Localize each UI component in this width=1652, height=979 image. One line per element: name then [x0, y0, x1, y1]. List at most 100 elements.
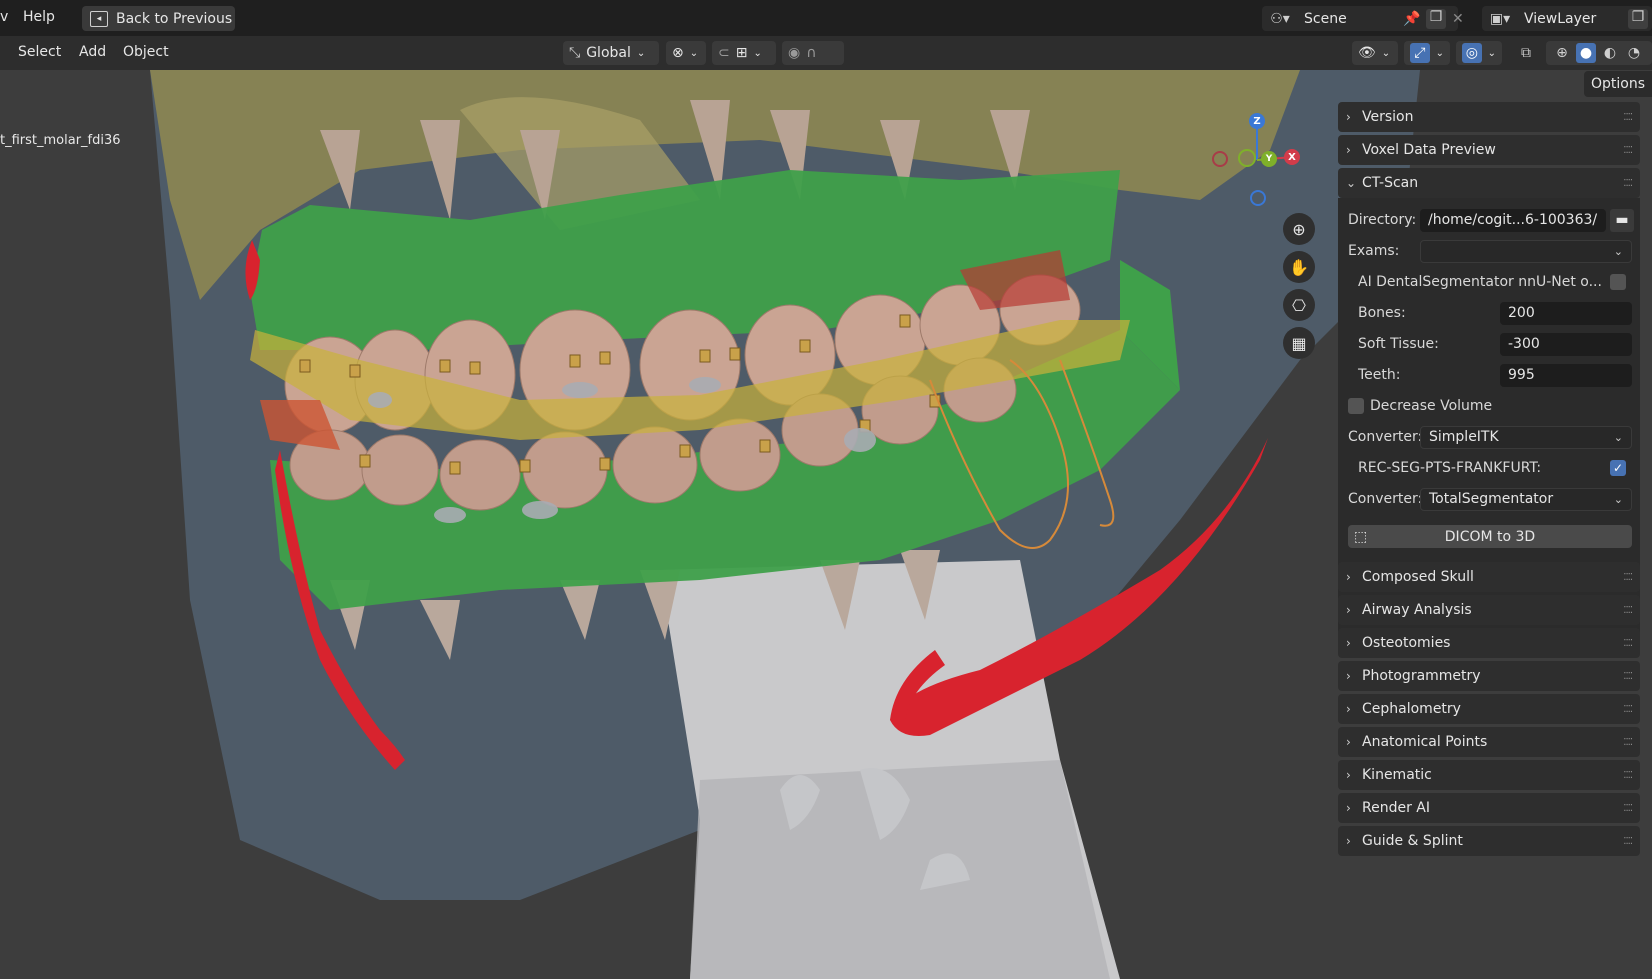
proportional-editing-controls[interactable]: ◉ ∩ — [782, 41, 844, 65]
close-scene-icon[interactable]: ✕ — [1452, 11, 1464, 27]
section-kinematic[interactable]: › Kinematic ⁚⁚⁚⁚ — [1338, 760, 1640, 790]
snap-controls[interactable]: ⊂ ⊞ ⌄ — [712, 41, 776, 65]
directory-field[interactable]: /home/cogit...6-100363/ — [1420, 208, 1606, 232]
drag-grip-icon[interactable]: ⁚⁚⁚⁚ — [1623, 638, 1633, 649]
wireframe-shading-icon[interactable]: ⊕ — [1552, 43, 1572, 63]
overlays-dropdown[interactable]: ◎ ⌄ — [1456, 41, 1502, 65]
dicom-to-3d-button[interactable]: ⬚ DICOM to 3D — [1348, 525, 1632, 548]
proportional-editing-icon[interactable]: ◉ — [788, 45, 800, 61]
section-osteotomies[interactable]: › Osteotomies ⁚⁚⁚⁚ — [1338, 628, 1640, 658]
falloff-icon[interactable]: ∩ — [806, 45, 816, 61]
solid-shading-icon[interactable]: ● — [1576, 43, 1596, 63]
navigation-gizmo[interactable]: Z Y X — [1210, 110, 1300, 210]
chevron-right-icon: › — [1346, 570, 1351, 584]
drag-grip-icon[interactable]: ⁚⁚⁚⁚ — [1623, 605, 1633, 616]
gizmo-z-axis[interactable]: Z — [1249, 113, 1265, 129]
drag-grip-icon[interactable]: ⁚⁚⁚⁚ — [1623, 112, 1633, 123]
decrease-volume-label: Decrease Volume — [1370, 398, 1493, 414]
menu-select[interactable]: Select — [18, 44, 61, 60]
section-guide-splint[interactable]: › Guide & Splint ⁚⁚⁚⁚ — [1338, 826, 1640, 856]
rec-seg-checkbox[interactable]: ✓ — [1610, 460, 1626, 476]
converter-simpleitk-row: Converter: SimpleITK ⌄ — [1338, 424, 1640, 450]
gizmo-neg-y-axis[interactable] — [1238, 149, 1256, 167]
decrease-volume-checkbox[interactable] — [1348, 398, 1364, 414]
drag-grip-icon[interactable]: ⁚⁚⁚⁚ — [1623, 770, 1633, 781]
pan-hand-icon[interactable]: ✋ — [1283, 251, 1315, 283]
transform-orientation-dropdown[interactable]: ⤡ Global ⌄ — [563, 41, 659, 65]
chevron-down-icon: ⌄ — [1613, 430, 1623, 444]
pivot-point-dropdown[interactable]: ⊗ ⌄ — [666, 41, 706, 65]
converter-dropdown-2[interactable]: TotalSegmentator ⌄ — [1420, 487, 1632, 511]
gizmo-y-axis[interactable]: Y — [1261, 151, 1277, 167]
snap-icon[interactable]: ⊂ — [718, 45, 730, 61]
folder-icon[interactable]: ▬ — [1610, 208, 1634, 232]
scene-icon: ⚇▾ — [1270, 10, 1290, 27]
gizmo-toggle-icon[interactable]: ⤢ — [1410, 43, 1430, 63]
chevron-down-icon: ⌄ — [1487, 47, 1496, 59]
drag-grip-icon[interactable]: ⁚⁚⁚⁚ — [1623, 671, 1633, 682]
teeth-field[interactable]: 995 — [1500, 363, 1632, 387]
chevron-right-icon: › — [1346, 834, 1351, 848]
zoom-icon[interactable]: ⊕ — [1283, 213, 1315, 245]
view-layer-selector[interactable]: ▣▾ ViewLayer ❐ — [1482, 6, 1652, 31]
new-scene-icon[interactable]: ❐ — [1426, 8, 1446, 29]
chevron-down-icon: ⌄ — [636, 47, 646, 59]
section-version[interactable]: › Version ⁚⁚⁚⁚ — [1338, 102, 1640, 132]
chevron-right-icon: › — [1346, 603, 1351, 617]
menu-view-partial[interactable]: v — [0, 9, 8, 25]
exams-dropdown[interactable]: ⌄ — [1420, 239, 1632, 263]
converter-value: SimpleITK — [1429, 429, 1499, 445]
drag-grip-icon[interactable]: ⁚⁚⁚⁚ — [1623, 572, 1633, 583]
drag-grip-icon[interactable]: ⁚⁚⁚⁚ — [1623, 178, 1633, 189]
dicom-to-3d-label: DICOM to 3D — [1444, 528, 1536, 545]
gizmo-neg-z-axis[interactable] — [1250, 190, 1266, 206]
exams-label: Exams: — [1348, 243, 1400, 259]
grid-perspective-icon[interactable]: ▦ — [1283, 327, 1315, 359]
camera-view-icon[interactable]: ⎔ — [1283, 289, 1315, 321]
pin-icon[interactable]: 📌 — [1403, 11, 1420, 27]
cube-icon: ⬚ — [1354, 528, 1368, 545]
section-anatomical-points[interactable]: › Anatomical Points ⁚⁚⁚⁚ — [1338, 727, 1640, 757]
section-ct-scan[interactable]: ⌄ CT-Scan ⁚⁚⁚⁚ — [1338, 168, 1640, 198]
options-tab[interactable]: Options — [1584, 71, 1652, 97]
gizmo-dropdown[interactable]: ⤢ ⌄ — [1404, 41, 1450, 65]
section-render-ai[interactable]: › Render AI ⁚⁚⁚⁚ — [1338, 793, 1640, 823]
section-label: Version — [1362, 109, 1414, 125]
rec-seg-row: REC-SEG-PTS-FRANKFURT: ✓ — [1338, 455, 1640, 481]
xray-toggle-icon[interactable]: ⧉ — [1516, 43, 1536, 63]
overlays-toggle-icon[interactable]: ◎ — [1462, 43, 1482, 63]
chevron-right-icon: › — [1346, 768, 1351, 782]
drag-grip-icon[interactable]: ⁚⁚⁚⁚ — [1623, 704, 1633, 715]
menu-add[interactable]: Add — [79, 44, 106, 60]
back-icon: ◂ — [90, 10, 108, 27]
menu-object[interactable]: Object — [123, 44, 169, 60]
chevron-right-icon: › — [1346, 669, 1351, 683]
ai-segmentator-checkbox[interactable] — [1610, 274, 1626, 290]
menu-help[interactable]: Help — [23, 9, 55, 25]
visibility-dropdown[interactable]: 👁 ⌄ — [1352, 41, 1398, 65]
bones-field[interactable]: 200 — [1500, 301, 1632, 325]
snap-increment-icon[interactable]: ⊞ — [736, 45, 748, 61]
converter-dropdown-1[interactable]: SimpleITK ⌄ — [1420, 425, 1632, 449]
material-preview-icon[interactable]: ◐ — [1600, 43, 1620, 63]
drag-grip-icon[interactable]: ⁚⁚⁚⁚ — [1623, 737, 1633, 748]
section-photogrammetry[interactable]: › Photogrammetry ⁚⁚⁚⁚ — [1338, 661, 1640, 691]
section-label: Guide & Splint — [1362, 833, 1463, 849]
scene-selector[interactable]: ⚇▾ Scene 📌 ❐ ✕ — [1262, 6, 1464, 31]
gizmo-x-axis[interactable]: X — [1284, 149, 1300, 165]
soft-tissue-field[interactable]: -300 — [1500, 332, 1632, 356]
gizmo-neg-x-axis[interactable] — [1212, 151, 1228, 167]
new-view-layer-icon[interactable]: ❐ — [1628, 8, 1648, 29]
section-voxel-data-preview[interactable]: › Voxel Data Preview ⁚⁚⁚⁚ — [1338, 135, 1640, 165]
rendered-shading-icon[interactable]: ◔ — [1624, 43, 1644, 63]
section-composed-skull[interactable]: › Composed Skull ⁚⁚⁚⁚ — [1338, 562, 1640, 592]
sidebar-panel: › Version ⁚⁚⁚⁚ › Voxel Data Preview ⁚⁚⁚⁚… — [1338, 100, 1644, 870]
section-cephalometry[interactable]: › Cephalometry ⁚⁚⁚⁚ — [1338, 694, 1640, 724]
section-airway-analysis[interactable]: › Airway Analysis ⁚⁚⁚⁚ — [1338, 595, 1640, 625]
drag-grip-icon[interactable]: ⁚⁚⁚⁚ — [1623, 145, 1633, 156]
chevron-down-icon: ⌄ — [1613, 244, 1623, 258]
chevron-down-icon: ⌄ — [1381, 47, 1391, 59]
drag-grip-icon[interactable]: ⁚⁚⁚⁚ — [1623, 803, 1633, 814]
drag-grip-icon[interactable]: ⁚⁚⁚⁚ — [1623, 836, 1633, 847]
back-to-previous-button[interactable]: ◂ Back to Previous — [82, 6, 235, 31]
